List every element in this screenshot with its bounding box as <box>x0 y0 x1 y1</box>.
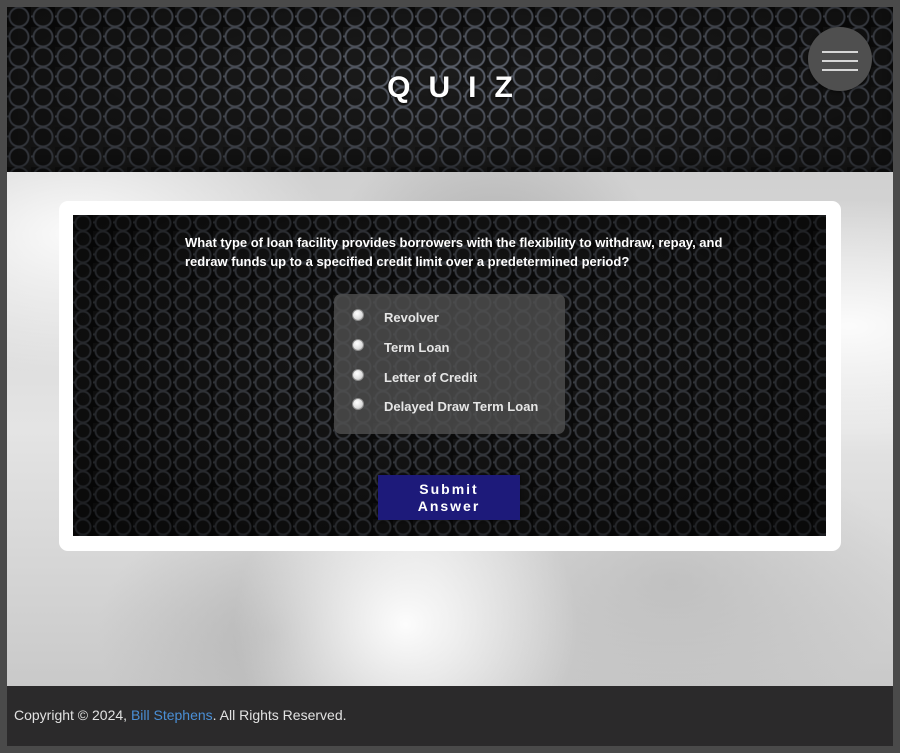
radio-button[interactable] <box>352 309 364 321</box>
option-label: Term Loan <box>384 339 450 355</box>
quiz-card: What type of loan facility provides borr… <box>59 201 841 551</box>
option-label: Delayed Draw Term Loan <box>384 398 539 414</box>
copyright-prefix: Copyright © 2024, <box>14 707 131 723</box>
option-term-loan[interactable]: Term Loan <box>352 337 450 357</box>
author-link[interactable]: Bill Stephens <box>131 707 213 723</box>
menu-line <box>822 69 858 71</box>
footer: Copyright © 2024, Bill Stephens. All Rig… <box>7 686 893 746</box>
quiz-question: What type of loan facility provides borr… <box>185 235 723 269</box>
submit-answer-button[interactable]: Submit Answer <box>378 475 520 520</box>
page-frame: QUIZ What type of loan facility provides… <box>7 7 893 746</box>
menu-line <box>822 51 858 53</box>
copyright-suffix: . All Rights Reserved. <box>212 707 347 723</box>
radio-button[interactable] <box>352 339 364 351</box>
option-label: Letter of Credit <box>384 369 478 385</box>
option-label: Revolver <box>384 309 439 325</box>
radio-button[interactable] <box>352 398 364 410</box>
option-letter-of-credit[interactable]: Letter of Credit <box>352 367 477 387</box>
page-title: QUIZ <box>387 71 531 104</box>
answer-options: Revolver Term Loan Letter of Credit Dela… <box>334 294 565 434</box>
radio-button[interactable] <box>352 369 364 381</box>
option-delayed-draw-term-loan[interactable]: Delayed Draw Term Loan <box>352 396 538 416</box>
option-revolver[interactable]: Revolver <box>352 307 439 327</box>
quiz-panel: What type of loan facility provides borr… <box>73 215 826 536</box>
copyright-text: Copyright © 2024, Bill Stephens. All Rig… <box>14 707 347 723</box>
hamburger-menu-icon[interactable] <box>808 27 872 91</box>
menu-line <box>822 60 858 62</box>
